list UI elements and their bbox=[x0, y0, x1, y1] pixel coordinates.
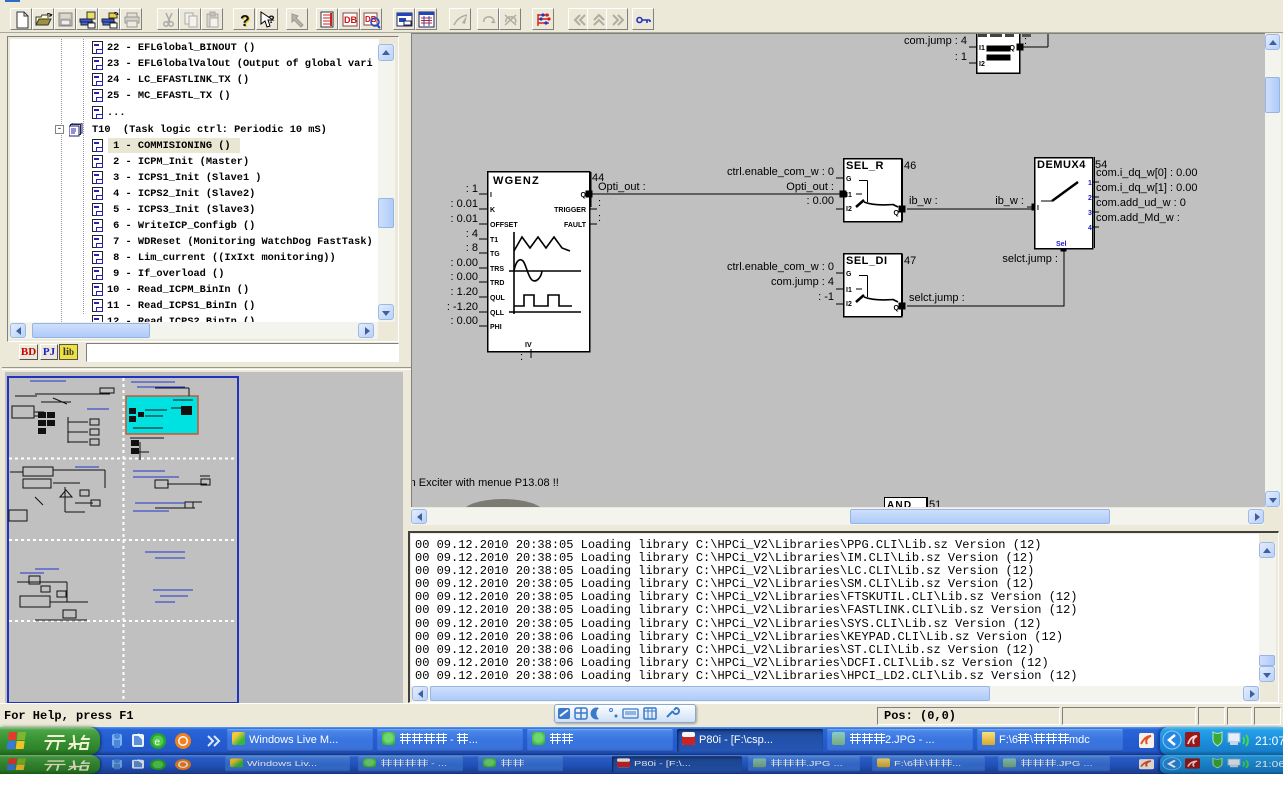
svg-text::: : bbox=[598, 197, 601, 209]
svg-text:com.add_ud_w : 0: com.add_ud_w : 0 bbox=[1096, 197, 1186, 209]
svg-text:21:06: 21:06 bbox=[1255, 761, 1283, 770]
svg-text:G: G bbox=[846, 271, 852, 278]
svg-text:I1: I1 bbox=[979, 45, 985, 52]
svg-text:TRD: TRD bbox=[490, 280, 504, 287]
svg-text:I2: I2 bbox=[846, 301, 852, 308]
svg-text:com.i_dq_w[0] : 0.00: com.i_dq_w[0] : 0.00 bbox=[1096, 167, 1198, 179]
svg-text:: 4: : 4 bbox=[466, 228, 478, 240]
svg-text:3: 3 bbox=[1088, 210, 1092, 217]
svg-text:Q: Q bbox=[894, 305, 900, 312]
svg-text:FAULT: FAULT bbox=[564, 222, 587, 229]
svg-text:selct.jump :: selct.jump : bbox=[1002, 253, 1058, 265]
svg-text:?: ? bbox=[268, 14, 275, 26]
svg-text:ib_w :: ib_w : bbox=[995, 195, 1024, 207]
svg-text:ctrl.enable_com_w : 0: ctrl.enable_com_w : 0 bbox=[727, 166, 834, 178]
svg-text:: 1: : 1 bbox=[955, 51, 967, 63]
svg-text:com.add_Md_w :: com.add_Md_w : bbox=[1096, 212, 1180, 224]
svg-text:1: 1 bbox=[1088, 180, 1092, 187]
svg-text:T1: T1 bbox=[490, 237, 498, 244]
svg-text:2: 2 bbox=[1088, 195, 1092, 202]
svg-text:SEL_DI: SEL_DI bbox=[846, 255, 888, 267]
svg-text::: : bbox=[598, 212, 601, 224]
svg-text:IV: IV bbox=[525, 342, 532, 349]
svg-text:I2: I2 bbox=[979, 61, 985, 68]
svg-text:?: ? bbox=[240, 13, 250, 29]
svg-text:TG: TG bbox=[490, 251, 500, 258]
svg-text:com.jump : 4: com.jump : 4 bbox=[904, 35, 967, 47]
svg-text:Q: Q bbox=[581, 192, 587, 199]
svg-text:G: G bbox=[846, 176, 852, 183]
svg-text:Sel: Sel bbox=[1056, 241, 1067, 248]
svg-text:46: 46 bbox=[904, 160, 916, 172]
svg-text:WGENZ: WGENZ bbox=[493, 175, 540, 187]
svg-text:AND: AND bbox=[887, 500, 912, 507]
svg-text:: 1.20: : 1.20 bbox=[450, 286, 478, 298]
svg-text:selct.jump :: selct.jump : bbox=[909, 292, 965, 304]
svg-text::: : bbox=[520, 351, 523, 363]
svg-text::: : bbox=[1024, 35, 1027, 47]
svg-text:on Exciter with menue P13.08 !: on Exciter with menue P13.08 !! bbox=[412, 477, 559, 489]
svg-text:K: K bbox=[490, 207, 495, 214]
svg-text:: 0.01: : 0.01 bbox=[450, 213, 478, 225]
svg-text:TRS: TRS bbox=[490, 266, 504, 273]
svg-text:I: I bbox=[1037, 205, 1039, 212]
svg-text:: -1: : -1 bbox=[818, 291, 834, 303]
svg-text:QUL: QUL bbox=[490, 295, 506, 302]
svg-text:I1: I1 bbox=[846, 192, 852, 199]
svg-text:: 1: : 1 bbox=[466, 183, 478, 195]
svg-text:I2: I2 bbox=[846, 206, 852, 213]
svg-text:: 8: : 8 bbox=[466, 242, 478, 254]
svg-text:SEL_R: SEL_R bbox=[846, 160, 884, 172]
svg-text:DEMUX4: DEMUX4 bbox=[1037, 159, 1086, 171]
svg-text:ib_w :: ib_w : bbox=[909, 195, 938, 207]
svg-text:e: e bbox=[155, 737, 161, 748]
svg-text:TRIGGER: TRIGGER bbox=[554, 207, 586, 214]
svg-text:Q: Q bbox=[894, 210, 900, 217]
svg-text:I: I bbox=[490, 192, 492, 199]
svg-text:: 0.01: : 0.01 bbox=[450, 198, 478, 210]
svg-text:I1: I1 bbox=[846, 287, 852, 294]
svg-text:Opti_out :: Opti_out : bbox=[598, 181, 646, 193]
svg-text:Q: Q bbox=[1010, 45, 1016, 52]
svg-text:4: 4 bbox=[1088, 225, 1092, 232]
svg-text:: -1.20: : -1.20 bbox=[447, 301, 478, 313]
svg-text:ctrl.enable_com_w : 0: ctrl.enable_com_w : 0 bbox=[727, 261, 834, 273]
svg-text:47: 47 bbox=[904, 255, 916, 267]
svg-text:PHI: PHI bbox=[490, 324, 502, 331]
svg-text:OFFSET: OFFSET bbox=[490, 222, 518, 229]
svg-text:51: 51 bbox=[929, 499, 941, 507]
svg-text:QLL: QLL bbox=[490, 310, 505, 317]
svg-text:21:07: 21:07 bbox=[1255, 734, 1283, 748]
svg-text:Opti_out :: Opti_out : bbox=[786, 181, 834, 193]
svg-text:: 0.00: : 0.00 bbox=[450, 271, 478, 283]
svg-text:com.jump : 4: com.jump : 4 bbox=[771, 276, 834, 288]
svg-text:: 0.00: : 0.00 bbox=[450, 315, 478, 327]
svg-text:: 0.00: : 0.00 bbox=[450, 257, 478, 269]
svg-text:: 0.00: : 0.00 bbox=[806, 195, 834, 207]
svg-text:DB: DB bbox=[344, 15, 357, 25]
svg-text:com.i_dq_w[1] : 0.00: com.i_dq_w[1] : 0.00 bbox=[1096, 182, 1198, 194]
